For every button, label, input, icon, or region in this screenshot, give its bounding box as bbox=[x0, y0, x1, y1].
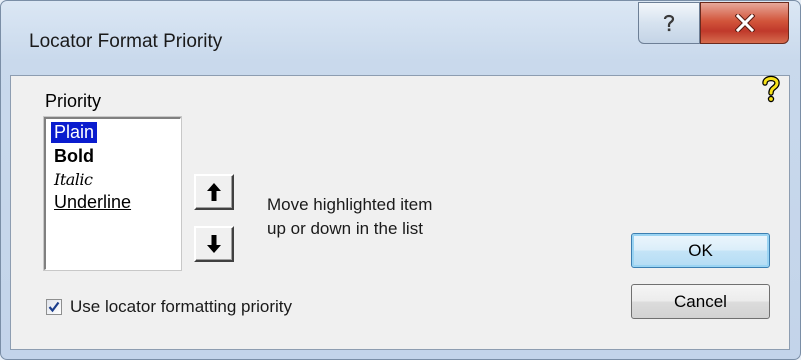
priority-listbox[interactable]: Plain Bold Italic Underline bbox=[44, 117, 181, 270]
ok-button[interactable]: OK bbox=[631, 233, 770, 268]
arrow-down-icon bbox=[207, 235, 221, 253]
list-item-bold[interactable]: Bold bbox=[51, 146, 97, 167]
question-mark-icon bbox=[762, 75, 780, 103]
arrow-up-icon bbox=[207, 183, 221, 201]
list-item-underline[interactable]: Underline bbox=[51, 192, 134, 213]
list-item-plain[interactable]: Plain bbox=[49, 121, 99, 144]
move-up-button[interactable] bbox=[194, 174, 234, 210]
cancel-button[interactable]: Cancel bbox=[631, 284, 770, 319]
close-button[interactable] bbox=[700, 2, 789, 44]
use-priority-checkbox[interactable] bbox=[46, 299, 62, 315]
move-instructions-line2: up or down in the list bbox=[267, 219, 423, 238]
use-priority-option[interactable]: Use locator formatting priority bbox=[46, 296, 292, 318]
title-bar[interactable]: Locator Format Priority bbox=[1, 1, 800, 76]
use-priority-label: Use locator formatting priority bbox=[70, 297, 293, 316]
close-icon bbox=[734, 14, 755, 32]
help-button[interactable] bbox=[638, 2, 700, 44]
priority-label: Priority bbox=[45, 91, 102, 111]
move-instructions-line1: Move highlighted item bbox=[267, 195, 433, 214]
window-title: Locator Format Priority bbox=[29, 31, 223, 52]
checkmark-icon bbox=[48, 301, 60, 313]
list-item-italic[interactable]: Italic bbox=[51, 169, 95, 190]
move-instructions: Move highlighted item up or down in the … bbox=[267, 193, 432, 241]
context-help-button[interactable] bbox=[760, 74, 782, 104]
move-down-button[interactable] bbox=[194, 226, 234, 262]
help-icon bbox=[663, 14, 675, 32]
